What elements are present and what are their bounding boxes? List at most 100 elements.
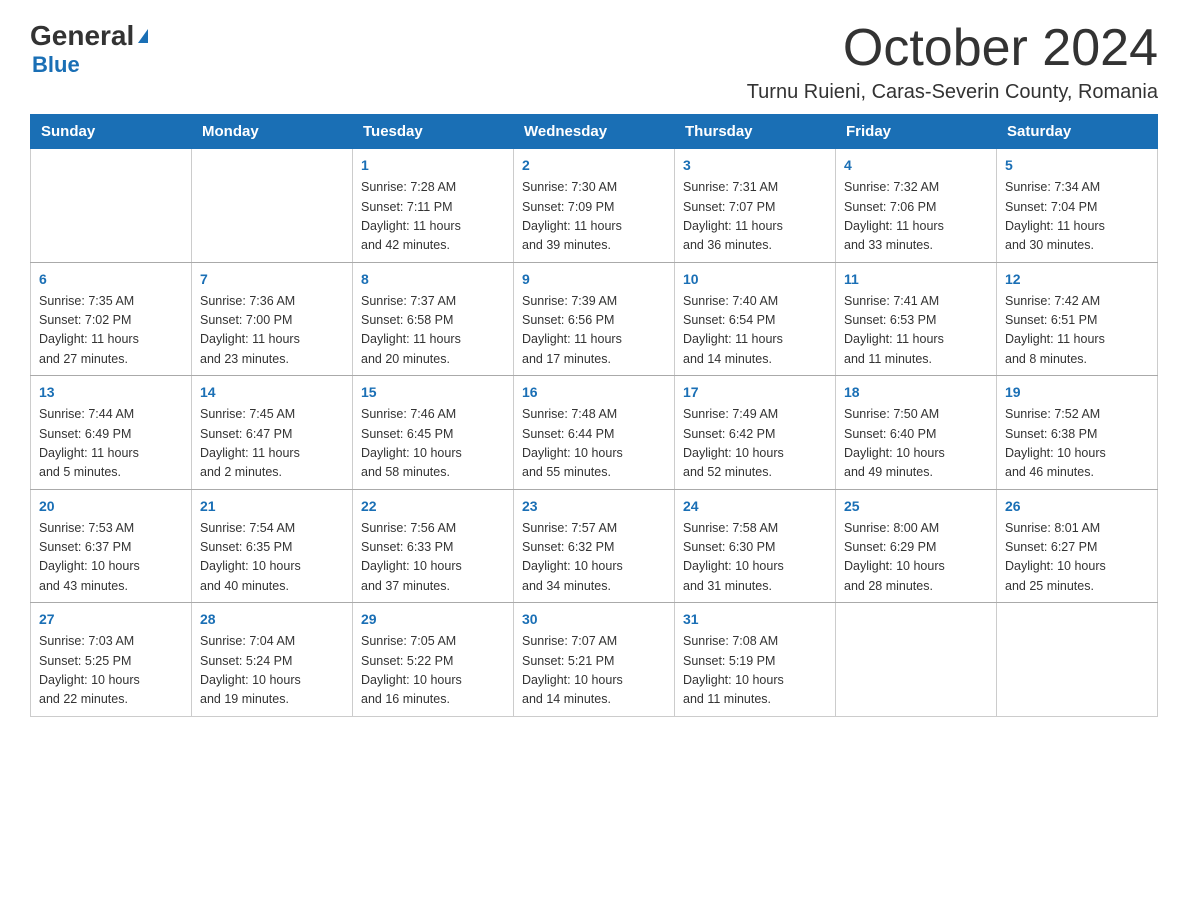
day-info: Sunrise: 8:00 AMSunset: 6:29 PMDaylight:… bbox=[844, 519, 988, 597]
day-info: Sunrise: 7:58 AMSunset: 6:30 PMDaylight:… bbox=[683, 519, 827, 597]
day-number: 13 bbox=[39, 382, 183, 403]
calendar-cell: 27Sunrise: 7:03 AMSunset: 5:25 PMDayligh… bbox=[31, 603, 192, 717]
page-header: General Blue October 2024 Turnu Ruieni, … bbox=[30, 20, 1158, 104]
day-info: Sunrise: 7:08 AMSunset: 5:19 PMDaylight:… bbox=[683, 632, 827, 710]
day-info: Sunrise: 7:54 AMSunset: 6:35 PMDaylight:… bbox=[200, 519, 344, 597]
month-title: October 2024 bbox=[747, 20, 1158, 77]
weekday-header-tuesday: Tuesday bbox=[353, 115, 514, 149]
day-info: Sunrise: 7:56 AMSunset: 6:33 PMDaylight:… bbox=[361, 519, 505, 597]
logo: General Blue bbox=[30, 20, 148, 78]
calendar-cell: 26Sunrise: 8:01 AMSunset: 6:27 PMDayligh… bbox=[997, 489, 1158, 603]
day-number: 10 bbox=[683, 269, 827, 290]
calendar-cell: 15Sunrise: 7:46 AMSunset: 6:45 PMDayligh… bbox=[353, 376, 514, 490]
day-number: 9 bbox=[522, 269, 666, 290]
day-info: Sunrise: 7:41 AMSunset: 6:53 PMDaylight:… bbox=[844, 292, 988, 370]
calendar-cell: 31Sunrise: 7:08 AMSunset: 5:19 PMDayligh… bbox=[675, 603, 836, 717]
day-number: 15 bbox=[361, 382, 505, 403]
day-number: 3 bbox=[683, 155, 827, 176]
day-info: Sunrise: 7:35 AMSunset: 7:02 PMDaylight:… bbox=[39, 292, 183, 370]
calendar-cell: 29Sunrise: 7:05 AMSunset: 5:22 PMDayligh… bbox=[353, 603, 514, 717]
calendar-cell: 9Sunrise: 7:39 AMSunset: 6:56 PMDaylight… bbox=[514, 262, 675, 376]
day-number: 28 bbox=[200, 609, 344, 630]
day-number: 8 bbox=[361, 269, 505, 290]
day-info: Sunrise: 7:31 AMSunset: 7:07 PMDaylight:… bbox=[683, 178, 827, 256]
day-info: Sunrise: 7:39 AMSunset: 6:56 PMDaylight:… bbox=[522, 292, 666, 370]
day-info: Sunrise: 7:48 AMSunset: 6:44 PMDaylight:… bbox=[522, 405, 666, 483]
logo-triangle-icon bbox=[138, 29, 148, 43]
day-info: Sunrise: 7:28 AMSunset: 7:11 PMDaylight:… bbox=[361, 178, 505, 256]
week-row-4: 20Sunrise: 7:53 AMSunset: 6:37 PMDayligh… bbox=[31, 489, 1158, 603]
calendar-cell bbox=[997, 603, 1158, 717]
calendar-cell: 17Sunrise: 7:49 AMSunset: 6:42 PMDayligh… bbox=[675, 376, 836, 490]
day-info: Sunrise: 7:30 AMSunset: 7:09 PMDaylight:… bbox=[522, 178, 666, 256]
calendar-cell: 25Sunrise: 8:00 AMSunset: 6:29 PMDayligh… bbox=[836, 489, 997, 603]
weekday-header-wednesday: Wednesday bbox=[514, 115, 675, 149]
calendar-cell: 12Sunrise: 7:42 AMSunset: 6:51 PMDayligh… bbox=[997, 262, 1158, 376]
calendar-cell: 28Sunrise: 7:04 AMSunset: 5:24 PMDayligh… bbox=[192, 603, 353, 717]
day-number: 18 bbox=[844, 382, 988, 403]
day-info: Sunrise: 7:52 AMSunset: 6:38 PMDaylight:… bbox=[1005, 405, 1149, 483]
calendar-cell: 21Sunrise: 7:54 AMSunset: 6:35 PMDayligh… bbox=[192, 489, 353, 603]
day-info: Sunrise: 7:46 AMSunset: 6:45 PMDaylight:… bbox=[361, 405, 505, 483]
title-area: October 2024 Turnu Ruieni, Caras-Severin… bbox=[747, 20, 1158, 104]
calendar-table: SundayMondayTuesdayWednesdayThursdayFrid… bbox=[30, 114, 1158, 717]
calendar-cell: 5Sunrise: 7:34 AMSunset: 7:04 PMDaylight… bbox=[997, 149, 1158, 263]
weekday-header-friday: Friday bbox=[836, 115, 997, 149]
day-number: 23 bbox=[522, 496, 666, 517]
day-info: Sunrise: 7:04 AMSunset: 5:24 PMDaylight:… bbox=[200, 632, 344, 710]
calendar-cell bbox=[836, 603, 997, 717]
weekday-header-saturday: Saturday bbox=[997, 115, 1158, 149]
day-number: 22 bbox=[361, 496, 505, 517]
calendar-cell: 18Sunrise: 7:50 AMSunset: 6:40 PMDayligh… bbox=[836, 376, 997, 490]
day-number: 16 bbox=[522, 382, 666, 403]
day-number: 31 bbox=[683, 609, 827, 630]
day-info: Sunrise: 7:36 AMSunset: 7:00 PMDaylight:… bbox=[200, 292, 344, 370]
calendar-cell: 7Sunrise: 7:36 AMSunset: 7:00 PMDaylight… bbox=[192, 262, 353, 376]
calendar-cell: 11Sunrise: 7:41 AMSunset: 6:53 PMDayligh… bbox=[836, 262, 997, 376]
day-number: 21 bbox=[200, 496, 344, 517]
calendar-cell: 4Sunrise: 7:32 AMSunset: 7:06 PMDaylight… bbox=[836, 149, 997, 263]
calendar-cell: 16Sunrise: 7:48 AMSunset: 6:44 PMDayligh… bbox=[514, 376, 675, 490]
day-info: Sunrise: 7:50 AMSunset: 6:40 PMDaylight:… bbox=[844, 405, 988, 483]
day-info: Sunrise: 7:05 AMSunset: 5:22 PMDaylight:… bbox=[361, 632, 505, 710]
logo-general-text: General bbox=[30, 20, 134, 52]
day-number: 20 bbox=[39, 496, 183, 517]
day-number: 14 bbox=[200, 382, 344, 403]
day-info: Sunrise: 7:53 AMSunset: 6:37 PMDaylight:… bbox=[39, 519, 183, 597]
calendar-cell: 24Sunrise: 7:58 AMSunset: 6:30 PMDayligh… bbox=[675, 489, 836, 603]
calendar-cell: 8Sunrise: 7:37 AMSunset: 6:58 PMDaylight… bbox=[353, 262, 514, 376]
day-info: Sunrise: 7:07 AMSunset: 5:21 PMDaylight:… bbox=[522, 632, 666, 710]
weekday-header-thursday: Thursday bbox=[675, 115, 836, 149]
week-row-1: 1Sunrise: 7:28 AMSunset: 7:11 PMDaylight… bbox=[31, 149, 1158, 263]
calendar-cell: 14Sunrise: 7:45 AMSunset: 6:47 PMDayligh… bbox=[192, 376, 353, 490]
day-number: 27 bbox=[39, 609, 183, 630]
day-number: 1 bbox=[361, 155, 505, 176]
day-info: Sunrise: 7:37 AMSunset: 6:58 PMDaylight:… bbox=[361, 292, 505, 370]
calendar-cell: 1Sunrise: 7:28 AMSunset: 7:11 PMDaylight… bbox=[353, 149, 514, 263]
day-number: 7 bbox=[200, 269, 344, 290]
day-number: 29 bbox=[361, 609, 505, 630]
calendar-cell: 22Sunrise: 7:56 AMSunset: 6:33 PMDayligh… bbox=[353, 489, 514, 603]
calendar-cell: 23Sunrise: 7:57 AMSunset: 6:32 PMDayligh… bbox=[514, 489, 675, 603]
week-row-2: 6Sunrise: 7:35 AMSunset: 7:02 PMDaylight… bbox=[31, 262, 1158, 376]
calendar-cell: 30Sunrise: 7:07 AMSunset: 5:21 PMDayligh… bbox=[514, 603, 675, 717]
day-info: Sunrise: 7:03 AMSunset: 5:25 PMDaylight:… bbox=[39, 632, 183, 710]
calendar-cell: 13Sunrise: 7:44 AMSunset: 6:49 PMDayligh… bbox=[31, 376, 192, 490]
day-number: 4 bbox=[844, 155, 988, 176]
calendar-cell bbox=[31, 149, 192, 263]
day-info: Sunrise: 8:01 AMSunset: 6:27 PMDaylight:… bbox=[1005, 519, 1149, 597]
day-number: 6 bbox=[39, 269, 183, 290]
calendar-cell: 6Sunrise: 7:35 AMSunset: 7:02 PMDaylight… bbox=[31, 262, 192, 376]
day-number: 12 bbox=[1005, 269, 1149, 290]
day-info: Sunrise: 7:32 AMSunset: 7:06 PMDaylight:… bbox=[844, 178, 988, 256]
day-number: 17 bbox=[683, 382, 827, 403]
day-info: Sunrise: 7:49 AMSunset: 6:42 PMDaylight:… bbox=[683, 405, 827, 483]
day-number: 25 bbox=[844, 496, 988, 517]
logo-blue-text: Blue bbox=[32, 52, 80, 78]
day-number: 24 bbox=[683, 496, 827, 517]
calendar-cell: 3Sunrise: 7:31 AMSunset: 7:07 PMDaylight… bbox=[675, 149, 836, 263]
day-number: 26 bbox=[1005, 496, 1149, 517]
week-row-5: 27Sunrise: 7:03 AMSunset: 5:25 PMDayligh… bbox=[31, 603, 1158, 717]
calendar-cell: 19Sunrise: 7:52 AMSunset: 6:38 PMDayligh… bbox=[997, 376, 1158, 490]
day-number: 11 bbox=[844, 269, 988, 290]
